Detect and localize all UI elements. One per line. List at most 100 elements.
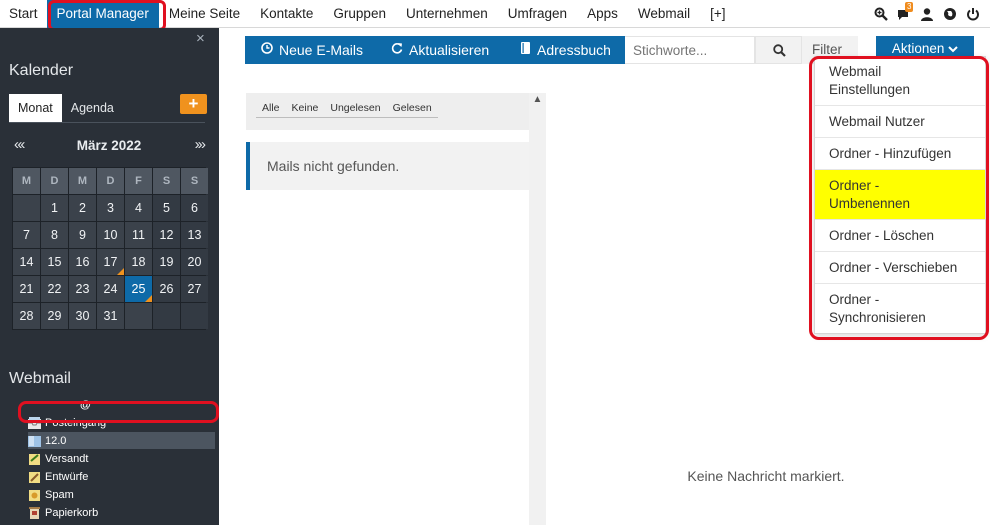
folder-label: Spam <box>45 488 74 501</box>
calendar-day[interactable]: 15 <box>41 249 68 275</box>
nav-webmail[interactable]: Webmail <box>628 0 700 28</box>
calendar-day[interactable]: 28 <box>13 303 40 329</box>
calendar-day[interactable]: 6 <box>181 195 208 221</box>
top-icon-bar: 3 <box>874 0 980 28</box>
weekday-header: S <box>181 168 208 194</box>
spam-folder-icon <box>28 489 41 501</box>
nav-gruppen[interactable]: Gruppen <box>323 0 396 28</box>
calendar-day[interactable]: 19 <box>153 249 180 275</box>
nav-start[interactable]: Start <box>0 0 47 28</box>
calendar-day[interactable]: 2 <box>69 195 96 221</box>
nav-umfragen[interactable]: Umfragen <box>498 0 577 28</box>
calendar-day[interactable]: 4 <box>125 195 152 221</box>
filter-unread[interactable]: Ungelesen <box>324 102 386 117</box>
calendar-day[interactable]: 9 <box>69 222 96 248</box>
calendar-day[interactable]: 30 <box>69 303 96 329</box>
sent-folder-icon <box>28 453 41 465</box>
calendar-day[interactable]: 10 <box>97 222 124 248</box>
nav-kontakte[interactable]: Kontakte <box>250 0 323 28</box>
weekday-header: M <box>69 168 96 194</box>
mail-list-panel: Alle Keine Ungelesen Gelesen Mails nicht… <box>246 93 529 525</box>
calendar-day-today[interactable]: 25 <box>125 276 152 302</box>
tab-month[interactable]: Monat <box>9 94 62 122</box>
calendar-day[interactable]: 7 <box>13 222 40 248</box>
calendar-day[interactable]: 24 <box>97 276 124 302</box>
nav-apps[interactable]: Apps <box>577 0 628 28</box>
calendar-day[interactable]: 12 <box>153 222 180 248</box>
search-icon <box>773 44 786 62</box>
calendar-day[interactable]: 16 <box>69 249 96 275</box>
calendar-day[interactable]: 26 <box>153 276 180 302</box>
sidebar: × Kalender Monat Agenda + «‹ März 2022 ›… <box>0 28 219 525</box>
address-book-label: Adressbuch <box>537 42 611 58</box>
close-icon[interactable]: × <box>196 30 205 47</box>
calendar-day-empty <box>125 303 152 329</box>
power-icon[interactable] <box>966 7 980 21</box>
weekday-header: D <box>97 168 124 194</box>
actions-label: Aktionen <box>891 41 945 56</box>
nav-more[interactable]: [+] <box>700 0 735 28</box>
folder-spam[interactable]: Spam <box>28 486 213 503</box>
clock-icon <box>261 36 273 64</box>
zoom-icon[interactable] <box>874 7 888 21</box>
new-mails-label: Neue E-Mails <box>279 42 364 58</box>
calendar-day[interactable]: 8 <box>41 222 68 248</box>
filter-read[interactable]: Gelesen <box>387 102 438 117</box>
tab-agenda[interactable]: Agenda <box>62 94 123 122</box>
folder-label: Versandt <box>45 452 89 465</box>
user-icon[interactable] <box>920 7 934 21</box>
folder-drafts[interactable]: Entwürfe <box>28 468 213 485</box>
nav-unternehmen[interactable]: Unternehmen <box>396 0 498 28</box>
annotation-folder-highlight <box>18 401 219 423</box>
filter-links: Alle Keine Ungelesen Gelesen <box>256 102 438 118</box>
calendar-day[interactable]: 23 <box>69 276 96 302</box>
folder-trash[interactable]: Papierkorb <box>28 504 213 521</box>
calendar-day[interactable]: 20 <box>181 249 208 275</box>
notification-badge: 3 <box>905 2 914 12</box>
webmail-title: Webmail <box>9 370 71 387</box>
calendar-day-with-event[interactable]: 17 <box>97 249 124 275</box>
calendar-day[interactable]: 21 <box>13 276 40 302</box>
calendar-day[interactable]: 13 <box>181 222 208 248</box>
calendar-day[interactable]: 3 <box>97 195 124 221</box>
drafts-folder-icon <box>28 471 41 483</box>
weekday-header: F <box>125 168 152 194</box>
search-input[interactable] <box>625 36 755 64</box>
filter-none[interactable]: Keine <box>286 102 325 117</box>
calendar-day[interactable]: 29 <box>41 303 68 329</box>
search-button[interactable] <box>755 36 802 64</box>
calendar-day[interactable]: 31 <box>97 303 124 329</box>
preview-empty-message: Keine Nachricht markiert. <box>687 468 845 484</box>
calendar-day[interactable]: 5 <box>153 195 180 221</box>
calendar-day[interactable]: 18 <box>125 249 152 275</box>
scroll-up-icon[interactable]: ▲ <box>529 93 546 107</box>
calendar-grid: M D M D F S S 1 2 3 4 5 6 7 8 9 10 11 12… <box>12 167 208 330</box>
tab-divider <box>9 122 205 123</box>
annotation-dropdown-highlight <box>809 56 989 340</box>
nav-meine-seite[interactable]: Meine Seite <box>159 0 250 28</box>
refresh-button[interactable]: Aktualisieren <box>376 36 506 64</box>
calendar-day[interactable]: 1 <box>41 195 68 221</box>
comments-icon[interactable]: 3 <box>897 2 914 21</box>
filter-all[interactable]: Alle <box>256 102 286 117</box>
annotation-nav-highlight <box>48 0 166 31</box>
refresh-label: Aktualisieren <box>409 42 490 58</box>
calendar-day[interactable]: 22 <box>41 276 68 302</box>
next-month-icon[interactable]: ›» <box>195 136 206 153</box>
refresh-icon <box>391 36 403 64</box>
folder-icon <box>28 435 41 447</box>
calendar-day[interactable]: 11 <box>125 222 152 248</box>
add-event-button[interactable]: + <box>180 94 207 114</box>
calendar-day-empty <box>13 195 40 221</box>
new-mails-button[interactable]: Neue E-Mails <box>245 36 376 64</box>
address-book-button[interactable]: Adressbuch <box>506 36 625 64</box>
chevron-down-icon <box>948 41 958 56</box>
folder-label: 12.0 <box>45 434 67 447</box>
folder-12-0[interactable]: 12.0 <box>28 432 215 449</box>
list-scrollbar[interactable]: ▲ <box>529 93 546 525</box>
month-label: März 2022 <box>76 138 142 153</box>
calendar-day[interactable]: 14 <box>13 249 40 275</box>
calendar-day[interactable]: 27 <box>181 276 208 302</box>
folder-sent[interactable]: Versandt <box>28 450 213 467</box>
globe-icon[interactable] <box>943 7 957 21</box>
